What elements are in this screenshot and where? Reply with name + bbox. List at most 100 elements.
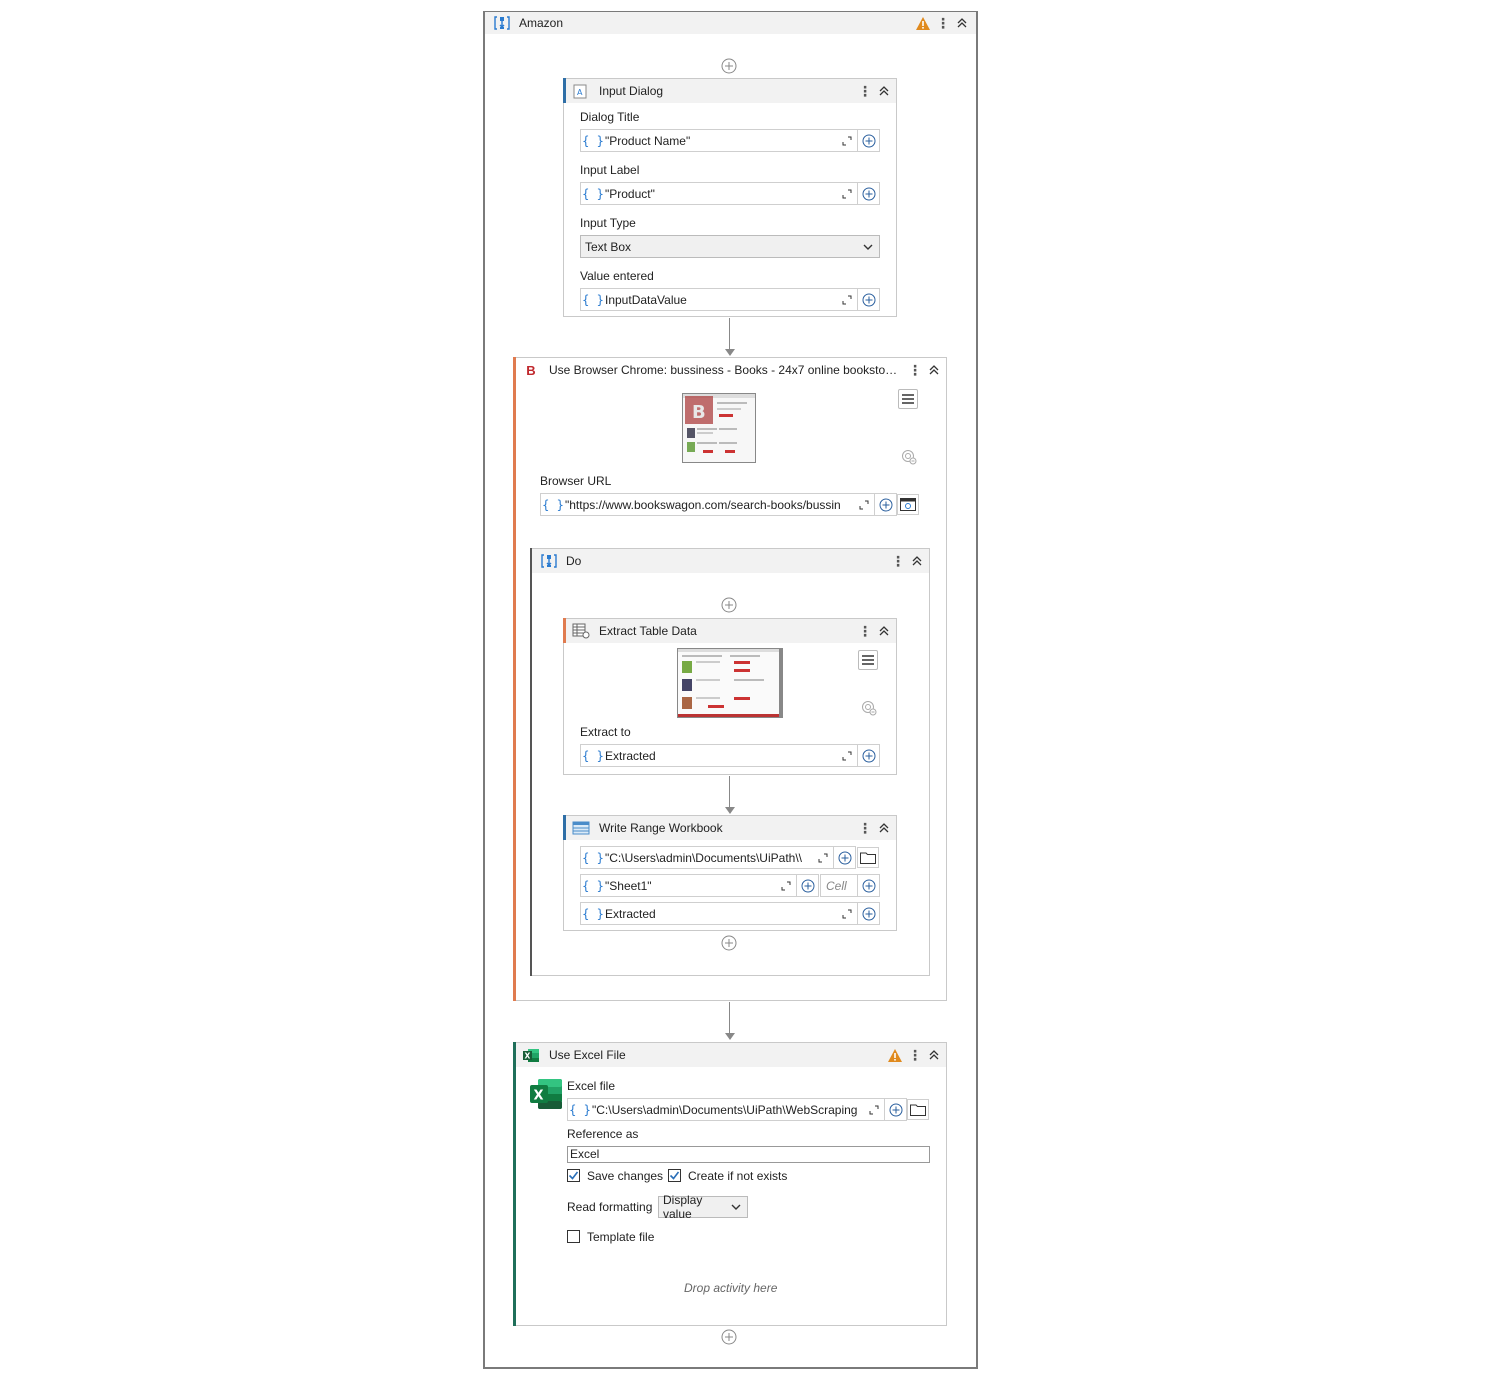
dialog-title-field[interactable]: { } "Product Name" <box>580 129 880 152</box>
extract-to-field[interactable]: { } Extracted <box>580 744 880 767</box>
expand-icon[interactable] <box>837 289 857 310</box>
add-icon[interactable] <box>858 745 879 766</box>
template-file-label: Template file <box>587 1230 655 1244</box>
flow-arrow <box>725 349 735 356</box>
add-icon[interactable] <box>858 875 879 896</box>
datatable-value[interactable]: Extracted <box>605 907 837 921</box>
template-file-checkbox[interactable] <box>567 1230 580 1243</box>
input-type-label: Input Type <box>580 216 636 230</box>
collapse-icon[interactable] <box>954 15 970 31</box>
input-dialog-menu-icon[interactable]: ⋮ <box>858 84 872 98</box>
collapse-icon[interactable] <box>876 623 892 639</box>
browse-folder-icon[interactable] <box>907 1099 929 1120</box>
add-icon[interactable] <box>875 494 896 515</box>
workbook-path-field[interactable]: { } "C:\Users\admin\Documents\UiPath\\ <box>580 846 856 869</box>
excel-file-value[interactable]: "C:\Users\admin\Documents\UiPath\WebScra… <box>592 1103 864 1117</box>
workbook-path-value[interactable]: "C:\Users\admin\Documents\UiPath\\ <box>605 851 813 865</box>
dialog-title-label: Dialog Title <box>580 110 640 124</box>
add-icon[interactable] <box>858 130 879 151</box>
datatable-field[interactable]: { } Extracted <box>580 902 880 925</box>
collapse-icon[interactable] <box>876 820 892 836</box>
save-changes-checkbox[interactable] <box>567 1169 580 1182</box>
expand-icon[interactable] <box>864 1099 884 1120</box>
use-browser-menu-icon[interactable]: ⋮ <box>908 363 922 377</box>
extract-to-label: Extract to <box>580 725 631 739</box>
options-menu-icon[interactable] <box>858 650 878 670</box>
add-activity-button[interactable] <box>721 935 737 951</box>
expand-icon[interactable] <box>837 903 857 924</box>
sequence-icon <box>540 553 558 569</box>
add-activity-button[interactable] <box>721 58 737 74</box>
warning-icon[interactable] <box>886 1047 904 1063</box>
use-excel-header[interactable]: X Use Excel File ⋮ <box>516 1043 946 1067</box>
expand-icon[interactable] <box>854 494 874 515</box>
excel-large-icon: X <box>529 1078 563 1113</box>
excel-file-label: Excel file <box>567 1079 616 1093</box>
do-menu-icon[interactable]: ⋮ <box>891 554 905 568</box>
extract-table-icon <box>572 623 590 639</box>
add-icon[interactable] <box>858 183 879 204</box>
cell-placeholder[interactable]: Cell <box>821 879 857 893</box>
expand-icon[interactable] <box>837 745 857 766</box>
write-range-menu-icon[interactable]: ⋮ <box>858 821 872 835</box>
expand-icon[interactable] <box>837 183 857 204</box>
create-if-not-exists-checkbox[interactable] <box>668 1169 681 1182</box>
browse-folder-icon[interactable] <box>857 847 879 868</box>
expand-icon[interactable] <box>837 130 857 151</box>
excel-file-field[interactable]: { } "C:\Users\admin\Documents\UiPath\Web… <box>567 1098 907 1121</box>
value-entered-field[interactable]: { } InputDataValue <box>580 288 880 311</box>
collapse-icon[interactable] <box>909 553 925 569</box>
target-icon[interactable] <box>861 700 877 719</box>
use-excel-title: Use Excel File <box>549 1048 626 1062</box>
input-type-dropdown[interactable]: Text Box <box>580 235 880 258</box>
collapse-icon[interactable] <box>926 1047 942 1063</box>
extract-table-header[interactable]: Extract Table Data ⋮ <box>566 619 896 643</box>
sheet-name-value[interactable]: "Sheet1" <box>605 879 776 893</box>
expand-icon[interactable] <box>813 847 833 868</box>
expression-icon: { } <box>542 497 564 512</box>
add-icon[interactable] <box>885 1099 906 1120</box>
expand-icon[interactable] <box>776 875 796 896</box>
warning-icon[interactable] <box>914 15 932 31</box>
dialog-title-value[interactable]: "Product Name" <box>605 134 837 148</box>
write-range-header[interactable]: Write Range Workbook ⋮ <box>566 816 896 840</box>
collapse-icon[interactable] <box>926 362 942 378</box>
value-entered-value[interactable]: InputDataValue <box>605 293 837 307</box>
reference-as-label: Reference as <box>567 1127 639 1141</box>
flow-connector <box>729 318 730 350</box>
add-activity-button[interactable] <box>721 1329 737 1345</box>
read-formatting-dropdown[interactable]: Display value <box>658 1193 748 1221</box>
add-icon[interactable] <box>797 875 818 896</box>
use-excel-menu-icon[interactable]: ⋮ <box>908 1048 922 1062</box>
add-activity-button[interactable] <box>721 597 737 613</box>
add-icon[interactable] <box>858 289 879 310</box>
browser-url-value[interactable]: "https://www.bookswagon.com/search-books… <box>565 498 854 512</box>
create-if-not-exists-label: Create if not exists <box>688 1169 788 1183</box>
write-range-title: Write Range Workbook <box>599 821 723 835</box>
add-icon[interactable] <box>858 903 879 924</box>
collapse-icon[interactable] <box>876 83 892 99</box>
expression-icon: { } <box>582 850 604 865</box>
browser-screenshot-thumbnail[interactable]: B <box>682 393 756 463</box>
options-menu-icon[interactable] <box>898 389 918 409</box>
add-icon[interactable] <box>834 847 855 868</box>
cell-field[interactable]: Cell <box>820 874 880 897</box>
input-label-field[interactable]: { } "Product" <box>580 182 880 205</box>
expression-icon: { } <box>582 292 604 307</box>
sequence-menu-icon[interactable]: ⋮ <box>936 16 950 30</box>
extract-screenshot-thumbnail[interactable] <box>677 648 783 718</box>
sheet-name-field[interactable]: { } "Sheet1" <box>580 874 819 897</box>
browser-window-icon[interactable] <box>897 494 919 515</box>
browser-url-field[interactable]: { } "https://www.bookswagon.com/search-b… <box>540 493 897 516</box>
reference-as-input[interactable]: Excel <box>567 1146 930 1163</box>
target-icon[interactable] <box>901 449 917 468</box>
input-dialog-title: Input Dialog <box>599 84 664 98</box>
do-header[interactable]: Do ⋮ <box>532 549 929 573</box>
extract-table-menu-icon[interactable]: ⋮ <box>858 624 872 638</box>
extract-to-value[interactable]: Extracted <box>605 749 837 763</box>
drop-activity-placeholder[interactable]: Drop activity here <box>684 1281 777 1295</box>
input-label-value[interactable]: "Product" <box>605 187 837 201</box>
use-browser-header[interactable]: B Use Browser Chrome: bussiness - Books … <box>516 358 946 382</box>
sequence-header[interactable]: Amazon ⋮ <box>485 12 976 34</box>
input-dialog-header[interactable]: A Input Dialog ⋮ <box>566 79 896 103</box>
